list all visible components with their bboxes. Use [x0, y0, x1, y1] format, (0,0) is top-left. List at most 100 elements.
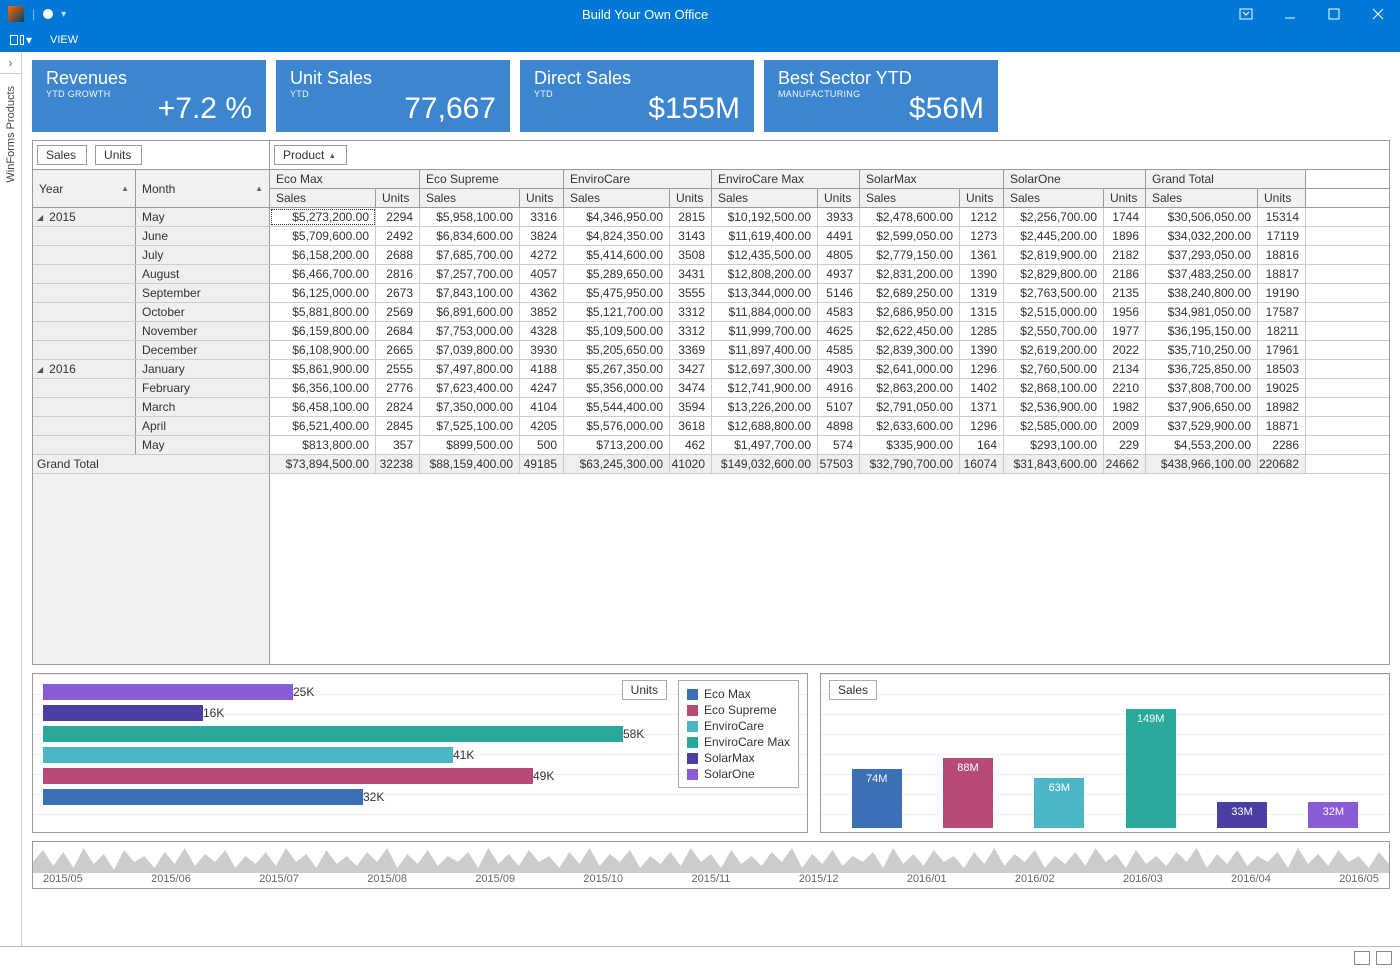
bar-segment[interactable] — [43, 705, 203, 721]
date-range-selector[interactable]: 2015/052015/062015/072015/082015/092015/… — [32, 841, 1390, 889]
data-cell-units[interactable]: 1390 — [960, 265, 1004, 283]
month-cell[interactable]: January — [136, 360, 270, 378]
data-cell-sales[interactable]: $6,159,800.00 — [270, 322, 376, 340]
data-cell-units[interactable]: 2182 — [1104, 246, 1146, 264]
field-chip-units[interactable]: Units — [95, 145, 142, 165]
grand-total-cell-sales[interactable]: $63,245,300.00 — [564, 455, 670, 473]
bar-segment[interactable]: 149M — [1126, 709, 1176, 828]
data-cell-sales[interactable]: $6,356,100.00 — [270, 379, 376, 397]
col-header-product[interactable]: EnviroCare — [564, 170, 712, 188]
data-cell-sales[interactable]: $2,686,950.00 — [860, 303, 960, 321]
data-cell-sales[interactable]: $5,109,500.00 — [564, 322, 670, 340]
data-cell-sales[interactable]: $12,688,800.00 — [712, 417, 818, 435]
data-cell-sales[interactable]: $37,906,650.00 — [1146, 398, 1258, 416]
legend-item[interactable]: Eco Supreme — [687, 703, 790, 717]
year-cell[interactable]: ◢2015 — [33, 208, 136, 226]
data-cell-sales[interactable]: $2,445,200.00 — [1004, 227, 1104, 245]
year-cell[interactable] — [33, 246, 136, 264]
data-cell-units[interactable]: 4328 — [520, 322, 564, 340]
data-cell-sales[interactable]: $2,633,600.00 — [860, 417, 960, 435]
data-cell-sales[interactable]: $6,834,600.00 — [420, 227, 520, 245]
data-cell-units[interactable]: 1315 — [960, 303, 1004, 321]
data-cell-sales[interactable]: $11,884,000.00 — [712, 303, 818, 321]
data-cell-sales[interactable]: $7,525,100.00 — [420, 417, 520, 435]
data-cell-sales[interactable]: $6,891,600.00 — [420, 303, 520, 321]
data-cell-sales[interactable]: $2,839,300.00 — [860, 341, 960, 359]
data-cell-sales[interactable]: $2,622,450.00 — [860, 322, 960, 340]
data-cell-sales[interactable]: $2,515,000.00 — [1004, 303, 1104, 321]
data-cell-units[interactable]: 2776 — [376, 379, 420, 397]
data-cell-sales[interactable]: $5,958,100.00 — [420, 208, 520, 226]
data-cell-units[interactable]: 4937 — [818, 265, 860, 283]
row-field-year[interactable]: Year▲ — [33, 170, 136, 207]
col-subheader-units[interactable]: Units — [960, 189, 1004, 207]
data-cell-units[interactable]: 17961 — [1258, 341, 1306, 359]
data-cell-sales[interactable]: $2,791,050.00 — [860, 398, 960, 416]
data-cell-units[interactable]: 2135 — [1104, 284, 1146, 302]
data-cell-units[interactable]: 4585 — [818, 341, 860, 359]
data-cell-units[interactable]: 5146 — [818, 284, 860, 302]
data-cell-sales[interactable]: $12,741,900.00 — [712, 379, 818, 397]
grand-total-cell-sales[interactable]: $32,790,700.00 — [860, 455, 960, 473]
data-cell-sales[interactable]: $5,289,650.00 — [564, 265, 670, 283]
grand-total-cell-units[interactable]: 24662 — [1104, 455, 1146, 473]
view-mode-button-1[interactable] — [1354, 951, 1370, 965]
data-cell-sales[interactable]: $7,753,000.00 — [420, 322, 520, 340]
data-cell-units[interactable]: 3427 — [670, 360, 712, 378]
bar-segment[interactable]: 88M — [943, 758, 993, 828]
month-cell[interactable]: December — [136, 341, 270, 359]
data-cell-sales[interactable]: $37,483,250.00 — [1146, 265, 1258, 283]
data-cell-units[interactable]: 1273 — [960, 227, 1004, 245]
data-cell-units[interactable]: 1896 — [1104, 227, 1146, 245]
data-cell-units[interactable]: 18503 — [1258, 360, 1306, 378]
data-cell-units[interactable]: 1390 — [960, 341, 1004, 359]
grand-total-cell-sales[interactable]: $149,032,600.00 — [712, 455, 818, 473]
data-cell-sales[interactable]: $813,800.00 — [270, 436, 376, 454]
data-cell-units[interactable]: 3508 — [670, 246, 712, 264]
col-header-product[interactable]: SolarOne — [1004, 170, 1146, 188]
data-cell-sales[interactable]: $2,763,500.00 — [1004, 284, 1104, 302]
grand-total-row-label[interactable]: Grand Total — [33, 455, 270, 473]
data-cell-units[interactable]: 2673 — [376, 284, 420, 302]
col-header-product[interactable]: EnviroCare Max — [712, 170, 860, 188]
data-cell-sales[interactable]: $12,435,500.00 — [712, 246, 818, 264]
data-cell-units[interactable]: 164 — [960, 436, 1004, 454]
grand-total-cell-sales[interactable]: $438,966,100.00 — [1146, 455, 1258, 473]
data-cell-units[interactable]: 4583 — [818, 303, 860, 321]
data-cell-units[interactable]: 2492 — [376, 227, 420, 245]
data-cell-units[interactable]: 1371 — [960, 398, 1004, 416]
data-cell-units[interactable]: 3594 — [670, 398, 712, 416]
col-subheader-sales[interactable]: Sales — [1004, 189, 1104, 207]
data-cell-sales[interactable]: $2,863,200.00 — [860, 379, 960, 397]
data-cell-sales[interactable]: $2,829,800.00 — [1004, 265, 1104, 283]
col-header-product[interactable]: Eco Max — [270, 170, 420, 188]
data-cell-sales[interactable]: $2,536,900.00 — [1004, 398, 1104, 416]
data-cell-sales[interactable]: $2,689,250.00 — [860, 284, 960, 302]
data-cell-units[interactable]: 4362 — [520, 284, 564, 302]
data-cell-units[interactable]: 4898 — [818, 417, 860, 435]
col-subheader-sales[interactable]: Sales — [420, 189, 520, 207]
grand-total-cell-units[interactable]: 16074 — [960, 455, 1004, 473]
data-cell-sales[interactable]: $37,808,700.00 — [1146, 379, 1258, 397]
legend-item[interactable]: EnviroCare — [687, 719, 790, 733]
year-cell[interactable] — [33, 265, 136, 283]
col-subheader-sales[interactable]: Sales — [860, 189, 960, 207]
data-cell-sales[interactable]: $293,100.00 — [1004, 436, 1104, 454]
col-subheader-sales[interactable]: Sales — [1146, 189, 1258, 207]
year-cell[interactable] — [33, 398, 136, 416]
grand-total-cell-units[interactable]: 41020 — [670, 455, 712, 473]
data-cell-sales[interactable]: $5,881,800.00 — [270, 303, 376, 321]
data-cell-units[interactable]: 2815 — [670, 208, 712, 226]
month-cell[interactable]: August — [136, 265, 270, 283]
data-cell-sales[interactable]: $7,623,400.00 — [420, 379, 520, 397]
data-cell-units[interactable]: 1319 — [960, 284, 1004, 302]
sidebar-panel-label[interactable]: WinForms Products — [5, 74, 17, 195]
ribbon-display-options-button[interactable] — [1224, 0, 1268, 28]
data-cell-units[interactable]: 4916 — [818, 379, 860, 397]
data-cell-sales[interactable]: $35,710,250.00 — [1146, 341, 1258, 359]
layout-switcher-icon[interactable]: ▾ — [10, 33, 32, 47]
year-cell[interactable] — [33, 284, 136, 302]
month-cell[interactable]: February — [136, 379, 270, 397]
data-cell-sales[interactable]: $6,521,400.00 — [270, 417, 376, 435]
data-cell-units[interactable]: 1296 — [960, 360, 1004, 378]
